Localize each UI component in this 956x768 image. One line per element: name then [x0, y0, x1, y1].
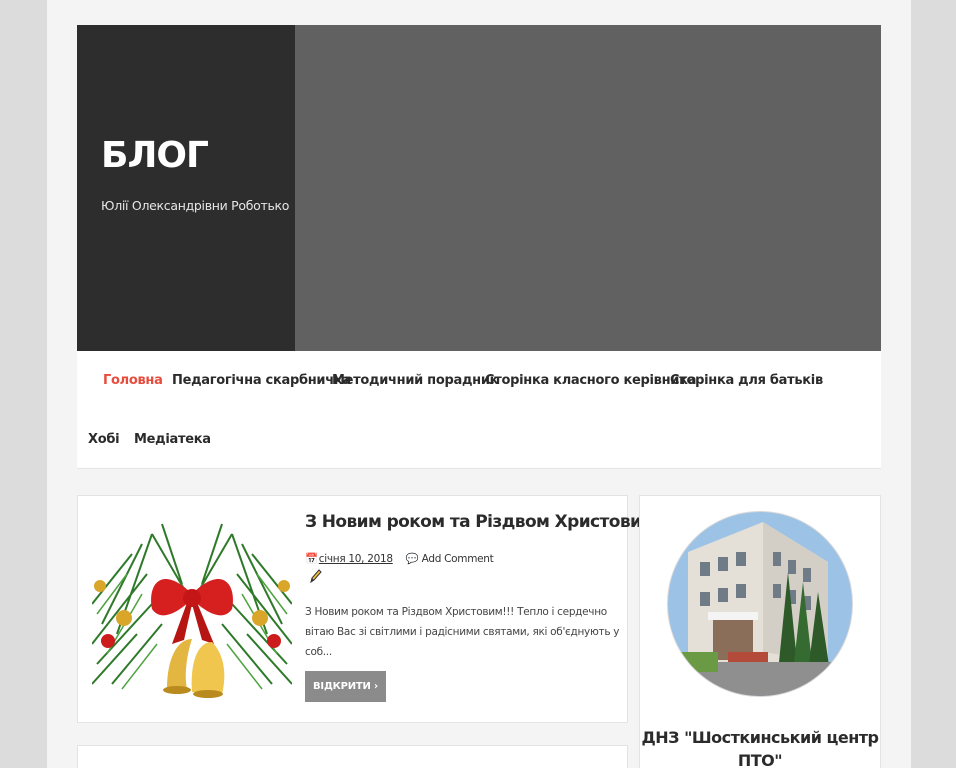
nav-item-pedagogical-treasury[interactable]: Педагогічна скарбничка — [172, 373, 351, 388]
school-building-photo[interactable] — [668, 512, 852, 696]
site-header: БЛОГ Юлії Олександрівни Роботько — [77, 25, 881, 351]
site-branding: БЛОГ Юлії Олександрівни Роботько — [77, 25, 295, 351]
site-title[interactable]: БЛОГ — [101, 135, 209, 176]
nav-item-home[interactable]: Головна — [103, 373, 163, 388]
pencil-icon[interactable] — [309, 568, 323, 584]
main-navigation: Головна Педагогічна скарбничка Методични… — [77, 351, 881, 469]
site-description: Юлії Олександрівни Роботько — [101, 198, 290, 213]
calendar-icon: 📅 — [305, 553, 318, 565]
post-comments-link[interactable]: Add Comment — [422, 553, 494, 565]
post-card: З Новим роком та Різдвом Христовим!!! 📅с… — [77, 495, 677, 723]
read-more-label: ВІДКРИТИ — [313, 681, 371, 692]
comment-icon: 💬 — [405, 553, 419, 565]
post-excerpt: З Новим роком та Різдвом Христовим!!! Те… — [305, 606, 620, 658]
read-more-button[interactable]: ВІДКРИТИ › — [305, 671, 386, 702]
nav-item-class-teacher-page[interactable]: Сторінка класного керівника — [485, 373, 696, 388]
christmas-garland-image[interactable] — [92, 514, 292, 704]
post-title[interactable]: З Новим роком та Різдвом Христовим!!! — [305, 512, 677, 532]
nav-item-hobby[interactable]: Хобі — [88, 432, 120, 447]
nav-item-parents-page[interactable]: Сторінка для батьків — [670, 373, 823, 388]
page: БЛОГ Юлії Олександрівни Роботько Головна… — [47, 0, 911, 768]
sidebar-widget: ДНЗ "Шосткинський центр ПТО" — [639, 495, 881, 768]
post-date[interactable]: січня 10, 2018 — [319, 553, 393, 565]
post-card-next — [77, 745, 628, 768]
chevron-right-icon: › — [374, 681, 378, 692]
nav-item-methodical-guide[interactable]: Методичний порадник — [332, 373, 498, 388]
widget-title: ДНЗ "Шосткинський центр ПТО" — [641, 728, 880, 768]
nav-item-media-library[interactable]: Медіатека — [134, 432, 211, 447]
post-meta: 📅січня 10, 2018 💬 Add Comment — [305, 552, 494, 565]
